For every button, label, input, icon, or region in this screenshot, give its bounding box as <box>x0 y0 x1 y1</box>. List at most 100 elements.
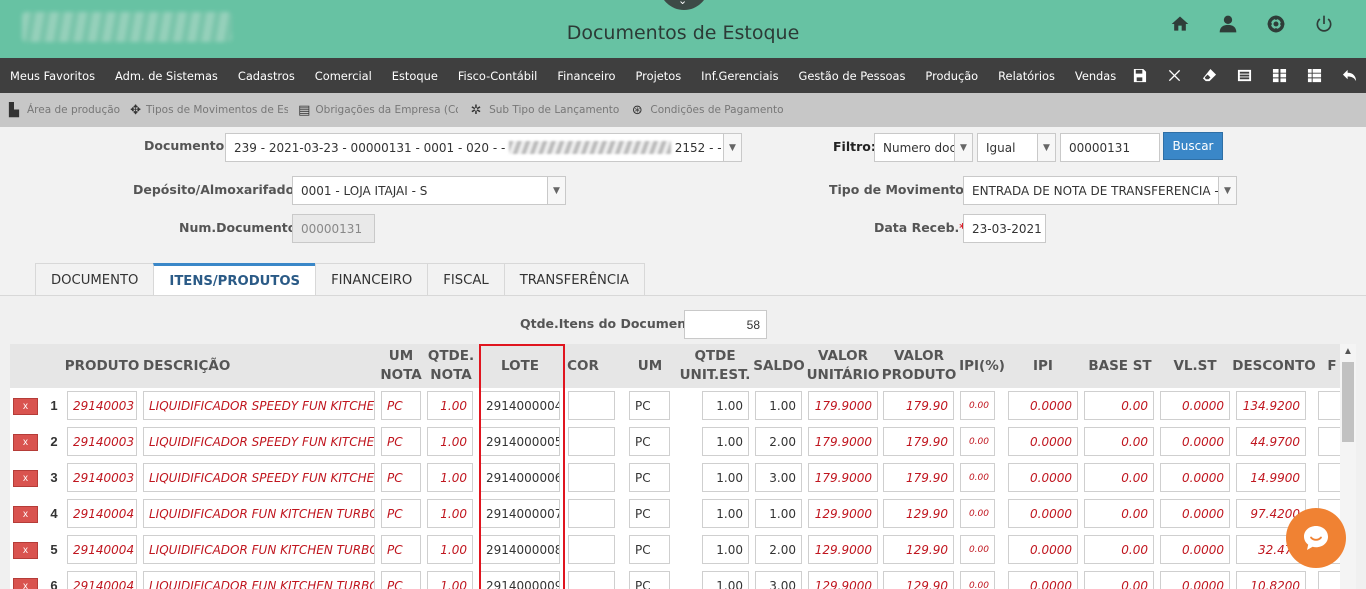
menu-comercial[interactable]: Comercial <box>305 69 382 83</box>
cell-base-st[interactable]: 0.00 <box>1084 535 1154 564</box>
cell-um[interactable]: PC <box>629 499 670 528</box>
cell-descricao[interactable]: LIQUIDIFICADOR SPEEDY FUN KITCHEN - A <box>143 463 375 492</box>
cell-cor[interactable] <box>568 427 615 456</box>
menu-fisco-contabil[interactable]: Fisco-Contábil <box>448 69 548 83</box>
shortcut-condicoes-pagamento[interactable]: ⊛ Condições de Pagamento <box>629 102 784 118</box>
delete-row-button[interactable]: x <box>13 578 38 589</box>
cell-qtde-nota[interactable]: 1.00 <box>427 427 473 456</box>
scroll-thumb[interactable] <box>1342 362 1354 442</box>
cell-base-st[interactable]: 0.00 <box>1084 391 1154 420</box>
shortcut-obrigacoes-empresa[interactable]: ▤ Obrigações da Empresa (Co <box>298 102 458 118</box>
cell-qtde-unit[interactable]: 1.00 <box>702 463 749 492</box>
data-receb-input[interactable]: 23-03-2021 <box>963 214 1046 243</box>
cell-qtde-unit[interactable]: 1.00 <box>702 571 749 589</box>
menu-estoque[interactable]: Estoque <box>382 69 448 83</box>
menu-inf-gerenciais[interactable]: Inf.Gerenciais <box>691 69 788 83</box>
menu-producao[interactable]: Produção <box>915 69 988 83</box>
delete-row-button[interactable]: x <box>13 470 38 487</box>
menu-adm-sistemas[interactable]: Adm. de Sistemas <box>105 69 228 83</box>
cell-ipi-pct[interactable]: 0.00 <box>960 535 995 564</box>
cell-lote[interactable]: 2914000009 <box>480 571 560 589</box>
eraser-icon[interactable] <box>1200 67 1218 85</box>
tab-itens-produtos[interactable]: ITENS/PRODUTOS <box>153 263 317 296</box>
cell-qtde-nota[interactable]: 1.00 <box>427 463 473 492</box>
cell-descricao[interactable]: LIQUIDIFICADOR FUN KITCHEN TURBO PH <box>143 535 375 564</box>
cell-qtde-nota[interactable]: 1.00 <box>427 535 473 564</box>
delete-row-button[interactable]: x <box>13 506 38 523</box>
cell-vl-st[interactable]: 0.0000 <box>1160 463 1230 492</box>
support-icon[interactable] <box>1264 12 1288 36</box>
deposito-select[interactable]: 0001 - LOJA ITAJAI - S ▼ <box>292 176 566 205</box>
list-icon[interactable] <box>1235 67 1253 85</box>
cell-valor-unit[interactable]: 129.9000 <box>808 499 878 528</box>
home-icon[interactable] <box>1168 12 1192 36</box>
cell-vl-st[interactable]: 0.0000 <box>1160 391 1230 420</box>
cell-qtde-unit[interactable]: 1.00 <box>702 499 749 528</box>
cell-saldo[interactable]: 2.00 <box>755 535 802 564</box>
tab-fiscal[interactable]: FISCAL <box>427 263 505 296</box>
cell-qtde-nota[interactable]: 1.00 <box>427 571 473 589</box>
cell-ipi[interactable]: 0.0000 <box>1008 427 1078 456</box>
cell-valor-prod[interactable]: 179.90 <box>883 391 954 420</box>
chevron-down-icon[interactable]: ▼ <box>1037 134 1055 161</box>
cell-valor-unit[interactable]: 179.9000 <box>808 427 878 456</box>
cell-lote[interactable]: 2914000008 <box>480 535 560 564</box>
documento-select[interactable]: 239 - 2021-03-23 - 00000131 - 0001 - 020… <box>225 133 742 162</box>
shortcut-area-producao[interactable]: ▙ Área de produção <box>6 102 120 118</box>
cell-valor-unit[interactable]: 179.9000 <box>808 391 878 420</box>
cell-produto[interactable]: 29140004 <box>67 571 137 589</box>
cell-ipi[interactable]: 0.0000 <box>1008 571 1078 589</box>
cell-lote[interactable]: 2914000005 <box>480 427 560 456</box>
cell-saldo[interactable]: 1.00 <box>755 391 802 420</box>
cell-ipi[interactable]: 0.0000 <box>1008 499 1078 528</box>
cell-valor-prod[interactable]: 129.90 <box>883 499 954 528</box>
cell-qtde-nota[interactable]: 1.00 <box>427 499 473 528</box>
cell-ipi[interactable]: 0.0000 <box>1008 391 1078 420</box>
chevron-down-icon[interactable]: ▼ <box>954 134 972 161</box>
tab-transferencia[interactable]: TRANSFERÊNCIA <box>503 263 646 296</box>
cell-f[interactable] <box>1318 427 1340 456</box>
cell-ipi-pct[interactable]: 0.00 <box>960 463 995 492</box>
cell-desconto[interactable]: 134.9200 <box>1236 391 1306 420</box>
cell-produto[interactable]: 29140003 <box>67 427 137 456</box>
tab-documento[interactable]: DOCUMENTO <box>35 263 155 296</box>
cell-base-st[interactable]: 0.00 <box>1084 427 1154 456</box>
cell-qtde-nota[interactable]: 1.00 <box>427 391 473 420</box>
menu-vendas[interactable]: Vendas <box>1065 69 1126 83</box>
scroll-up-icon[interactable]: ▲ <box>1343 346 1353 357</box>
qtde-itens-input[interactable]: 58 <box>684 310 767 339</box>
delete-row-button[interactable]: x <box>13 398 38 415</box>
power-icon[interactable] <box>1312 12 1336 36</box>
menu-cadastros[interactable]: Cadastros <box>228 69 305 83</box>
cell-ipi-pct[interactable]: 0.00 <box>960 571 995 589</box>
user-icon[interactable] <box>1216 12 1240 36</box>
filtro-field-select[interactable]: Numero docu ▼ <box>874 133 973 162</box>
cell-descricao[interactable]: LIQUIDIFICADOR SPEEDY FUN KITCHEN - A <box>143 427 375 456</box>
cell-um-nota[interactable]: PC <box>381 571 421 589</box>
cell-base-st[interactable]: 0.00 <box>1084 463 1154 492</box>
cell-saldo[interactable]: 2.00 <box>755 427 802 456</box>
cell-f[interactable] <box>1318 463 1340 492</box>
cell-cor[interactable] <box>568 463 615 492</box>
chat-button[interactable] <box>1286 508 1346 568</box>
cell-f[interactable] <box>1318 571 1340 589</box>
grid-icon[interactable] <box>1270 67 1288 85</box>
cell-lote[interactable]: 2914000006 <box>480 463 560 492</box>
cell-valor-prod[interactable]: 129.90 <box>883 535 954 564</box>
cell-ipi-pct[interactable]: 0.00 <box>960 499 995 528</box>
cell-descricao[interactable]: LIQUIDIFICADOR FUN KITCHEN TURBO PH <box>143 499 375 528</box>
save-icon[interactable] <box>1130 67 1148 85</box>
chevron-down-icon[interactable]: ▼ <box>547 177 565 204</box>
cell-cor[interactable] <box>568 571 615 589</box>
cell-um[interactable]: PC <box>629 391 670 420</box>
cell-desconto[interactable]: 44.9700 <box>1236 427 1306 456</box>
cell-um-nota[interactable]: PC <box>381 535 421 564</box>
cell-um-nota[interactable]: PC <box>381 391 421 420</box>
cell-valor-prod[interactable]: 179.90 <box>883 427 954 456</box>
chevron-down-icon[interactable]: ▼ <box>1218 177 1236 204</box>
menu-meus-favoritos[interactable]: Meus Favoritos <box>0 69 105 83</box>
cell-desconto[interactable]: 10.8200 <box>1236 571 1306 589</box>
filtro-value-input[interactable]: 00000131 <box>1060 133 1160 162</box>
cell-qtde-unit[interactable]: 1.00 <box>702 427 749 456</box>
cell-produto[interactable]: 29140004 <box>67 535 137 564</box>
